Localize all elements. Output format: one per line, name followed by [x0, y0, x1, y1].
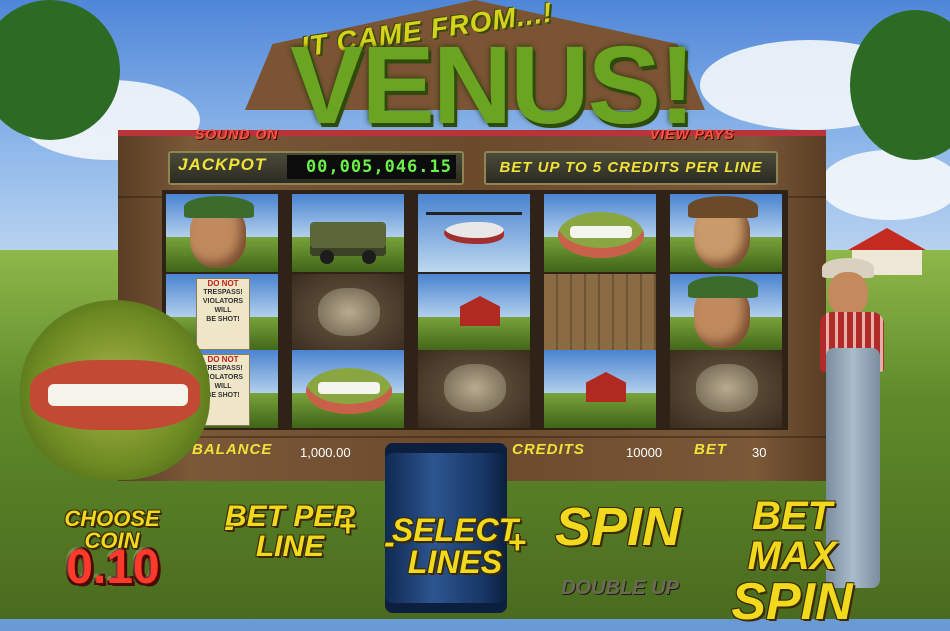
reel-symbol-farmer-face: [670, 274, 782, 352]
select-lines-plus[interactable]: +: [507, 526, 526, 558]
barn-door-icon: [544, 274, 656, 352]
spin-button[interactable]: SPIN: [548, 500, 688, 554]
bet-per-line-minus[interactable]: -: [224, 512, 234, 542]
reel-symbol-army-truck: [292, 194, 404, 272]
reel-symbol-helicopter: [418, 194, 530, 272]
bet-max-spin-button[interactable]: BET MAX SPIN: [712, 496, 872, 628]
bet-label: BET: [694, 441, 727, 458]
double-up-button[interactable]: DOUBLE UP: [554, 578, 686, 598]
bet-info-panel: BET UP TO 5 CREDITS PER LINE: [484, 151, 778, 185]
venus-flytrap-teeth: [48, 384, 188, 406]
select-lines-minus[interactable]: -: [384, 526, 395, 558]
rock-icon: [444, 364, 506, 412]
bet-max-label1: BET MAX: [747, 494, 837, 578]
farmer-head: [828, 272, 868, 316]
jackpot-value: 00,005,046.15: [287, 155, 456, 179]
bet-max-label2: SPIN: [731, 573, 853, 631]
game-logo: IT CAME FROM...! VENUS!: [290, 0, 696, 150]
credits-label: CREDITS: [512, 441, 585, 458]
bet-per-line-label2: LINE: [255, 530, 325, 563]
bet-per-line-label1: BET PER: [224, 500, 356, 533]
cap-icon: [184, 196, 254, 218]
bet-value: 30: [752, 445, 767, 460]
reel-symbol-venus-mouth: [292, 350, 404, 428]
reel-symbol-rock: [418, 350, 530, 428]
sound-toggle-button[interactable]: SOUND ON: [195, 126, 278, 142]
reel-area: DO NOT TRESPASS! VIOLATORS WILL BE SHOT!…: [162, 190, 788, 430]
logo-title: VENUS!: [290, 24, 696, 147]
bet-per-line-button[interactable]: - BET PER LINE +: [224, 502, 356, 572]
helicopter-icon: [444, 222, 504, 244]
reel-symbol-farmer-face: [166, 194, 278, 272]
reel-symbol-farmer-brown: [670, 194, 782, 272]
select-lines-label1: SELECT: [391, 512, 519, 548]
cloud: [820, 150, 950, 220]
select-lines-label2: LINES: [407, 544, 503, 580]
jackpot-panel: JACKPOT 00,005,046.15: [168, 151, 464, 185]
rock-icon: [318, 288, 380, 336]
balance-value: 1,000.00: [300, 445, 351, 460]
plank-line: [118, 436, 826, 438]
rock-icon: [696, 364, 758, 412]
reel-symbol-red-barn: [544, 350, 656, 428]
bet-per-line-plus[interactable]: +: [338, 512, 356, 542]
reel-symbol-red-barn: [418, 274, 530, 352]
reel-symbol-rock: [292, 274, 404, 352]
credits-value: 10000: [626, 445, 663, 460]
balance-label: BALANCE: [192, 441, 273, 458]
view-pays-button[interactable]: VIEW PAYS: [650, 126, 735, 142]
jackpot-label: JACKPOT: [178, 155, 267, 174]
reel-symbol-barn-door: [544, 274, 656, 352]
coin-value-button[interactable]: 0.10: [38, 540, 188, 600]
select-lines-button[interactable]: - SELECT LINES +: [384, 514, 526, 584]
reel-symbol-rock: [670, 350, 782, 428]
no-trespass-sign-icon: DO NOT TRESPASS! VIOLATORS WILL BE SHOT!: [196, 278, 250, 350]
reel-symbol-venus-mouth: [544, 194, 656, 272]
